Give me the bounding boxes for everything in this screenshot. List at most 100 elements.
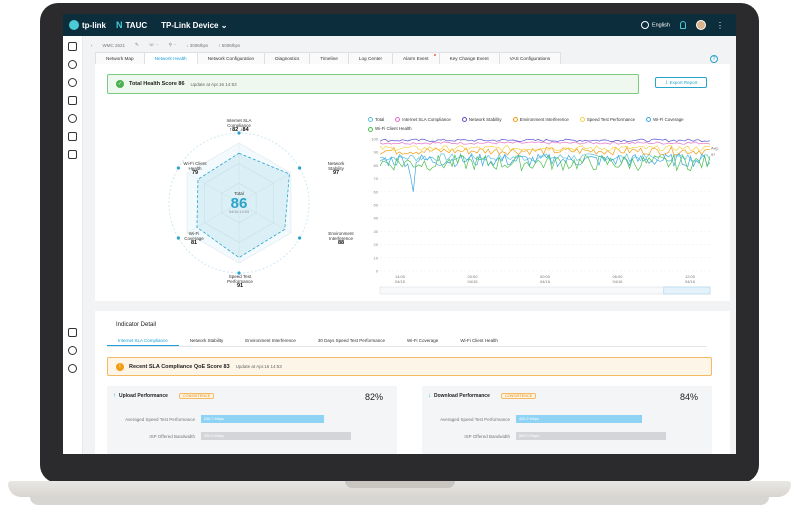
y-tick-label: 20 [374, 242, 379, 247]
legend-swatch [461, 117, 467, 123]
y-tick-label: 0 [376, 269, 379, 274]
tauc-brand: N TAUC [116, 20, 148, 30]
upload-avg-bar: 246.7 Mbps [201, 415, 324, 423]
legend-swatch [579, 117, 585, 123]
legend-item[interactable]: Environment Interference [512, 117, 569, 123]
top-bar: tp-link N TAUC TP-Link Device ⌄ English … [63, 14, 736, 36]
network-health-panel: ✓ Total Health Score 86 Update at Apr.16… [95, 64, 730, 301]
more-menu-icon[interactable]: ⋮ [716, 21, 724, 30]
wifi-icon[interactable] [68, 78, 77, 87]
x-tick-label: 04/16 [540, 279, 551, 284]
tab-network-configuration[interactable]: Network Configuration [196, 52, 266, 64]
download-isp-row: ISP Offered Bandwidth 500.0 Mbps [426, 432, 696, 440]
gear-icon[interactable] [68, 364, 77, 373]
tab-network-stability[interactable]: Network Stability [179, 335, 235, 346]
globe-icon [640, 21, 649, 29]
download-isp-bar: 500.0 Mbps [516, 432, 666, 440]
tab-key-change-event[interactable]: Key Change Event [438, 52, 500, 64]
y-tick-label: 90 [374, 150, 379, 155]
chart-icon[interactable] [68, 96, 77, 105]
back-icon[interactable]: ‹ [91, 43, 93, 48]
device-name: WMC 2621 [102, 42, 126, 48]
indicator-tabs: Internet SLA Compliance Network Stabilit… [107, 335, 707, 347]
upload-avg-row: Averaged Speed Test Performance 246.7 Mb… [111, 415, 381, 423]
globe-icon[interactable] [68, 60, 77, 69]
tab-speed-test[interactable]: 30 Days Speed Test Performance [307, 335, 396, 346]
help-icon[interactable]: ? [710, 55, 718, 63]
avatar[interactable] [696, 20, 706, 30]
y-tick-label: 40 [374, 216, 379, 221]
tab-wifi-coverage[interactable]: Wi-Fi Coverage [396, 335, 449, 346]
tab-vas-configurations[interactable]: VAS Configurations [498, 52, 562, 64]
y-tick-label: 10 [374, 255, 379, 260]
health-line-chart: 010203040506070809010014:0004/1520:0004/… [371, 137, 719, 295]
time-range-handle[interactable] [663, 286, 711, 295]
network-icon[interactable] [68, 150, 77, 159]
legend-swatch [368, 117, 373, 123]
document-icon[interactable] [68, 328, 77, 337]
tab-internet-sla[interactable]: Internet SLA Compliance [107, 335, 179, 346]
radar-label-speed-test: Speed Test Performance 91 [227, 274, 253, 289]
tab-timeline[interactable]: Timeline [309, 52, 349, 64]
tab-environment-interference[interactable]: Environment Interference [234, 335, 307, 346]
y-tick-label: 80 [374, 163, 379, 168]
chevron-down-icon: ⌄ [220, 20, 228, 30]
device-selector[interactable]: TP-Link Device ⌄ [161, 21, 227, 30]
legend-swatch [395, 117, 401, 123]
legend-item[interactable]: Total [368, 117, 385, 123]
tp-link-logo[interactable]: tp-link [69, 20, 106, 30]
avg-annotation-label: Avg: [711, 147, 719, 151]
radar-label-sla: Internet SLA Compliance ↑82 ↓84 [226, 118, 252, 133]
bell-icon[interactable] [68, 114, 77, 123]
dashboard-icon[interactable] [68, 42, 77, 51]
legend-label: Wi-Fi Client Health [375, 126, 412, 132]
legend-label: Environment Interference [519, 117, 569, 122]
location-icon: ⚲ ·· [168, 42, 177, 47]
y-tick-label: 60 [374, 189, 379, 194]
x-tick-label: 04/16 [685, 279, 696, 284]
legend-label: Total [375, 117, 385, 122]
calendar-icon[interactable] [68, 132, 77, 141]
legend-item[interactable]: Internet SLA Compliance [395, 117, 451, 123]
legend-item[interactable]: Wi-Fi Coverage [646, 117, 684, 123]
series-line [379, 153, 711, 192]
upload-percent: 82% [364, 392, 383, 402]
download-percent: 84% [679, 392, 698, 402]
download-performance-card: ↓ Download Performance CONSISTENCE 84% Ave… [422, 386, 712, 454]
radar-point [298, 166, 302, 170]
legend-swatch [512, 117, 518, 123]
lightbulb-icon[interactable] [680, 21, 686, 29]
radar-label-client-health: Wi-Fi Client Health 79 [183, 161, 207, 176]
arrow-up-icon: ↑ [113, 393, 116, 399]
main-tabs: Network Map Network Health Network Confi… [95, 52, 562, 64]
tab-network-map[interactable]: Network Map [95, 52, 145, 64]
avg-annotation-value: 97 [711, 153, 715, 157]
arrow-down-icon: ↓ [428, 393, 431, 399]
legend-item[interactable]: Wi-Fi Client Health [368, 126, 412, 132]
y-tick-label: 50 [374, 203, 379, 208]
tab-wifi-client-health[interactable]: Wi-Fi Client Health [449, 335, 509, 346]
tab-alarm-event[interactable]: Alarm Event [392, 52, 440, 64]
legend-label: Wi-Fi Coverage [653, 117, 684, 122]
legend-item[interactable]: Speed Test Performance [579, 117, 635, 123]
y-tick-label: 30 [374, 229, 379, 234]
upload-isp-bar: 300.0 Mbps [201, 432, 351, 440]
tab-log-center[interactable]: Log Center [347, 52, 394, 64]
legend-swatch [368, 126, 373, 132]
status-badge: CONSISTENCE [500, 393, 537, 399]
download-avg-bar: 420.2 Mbps [516, 415, 642, 423]
export-report-button[interactable]: ⇩ Export Report [655, 77, 707, 88]
edit-icon[interactable]: ✎ [135, 42, 139, 48]
legend-item[interactable]: Network Stability [461, 117, 502, 123]
legend-label: Internet SLA Compliance [402, 117, 451, 122]
chart-legend: Total Internet SLA Compliance Network Stab… [368, 117, 698, 132]
x-tick-label: 04/15 [467, 279, 478, 284]
sidebar [63, 36, 83, 454]
language-selector[interactable]: English [640, 21, 670, 29]
x-tick-label: 04/16 [612, 279, 623, 284]
tab-diagnostics[interactable]: Diagnostics [264, 52, 311, 64]
user-icon[interactable] [68, 346, 77, 355]
tp-link-logo-icon [69, 20, 79, 30]
tab-network-health[interactable]: Network Health [143, 52, 198, 64]
time-range-slider[interactable] [379, 286, 711, 295]
